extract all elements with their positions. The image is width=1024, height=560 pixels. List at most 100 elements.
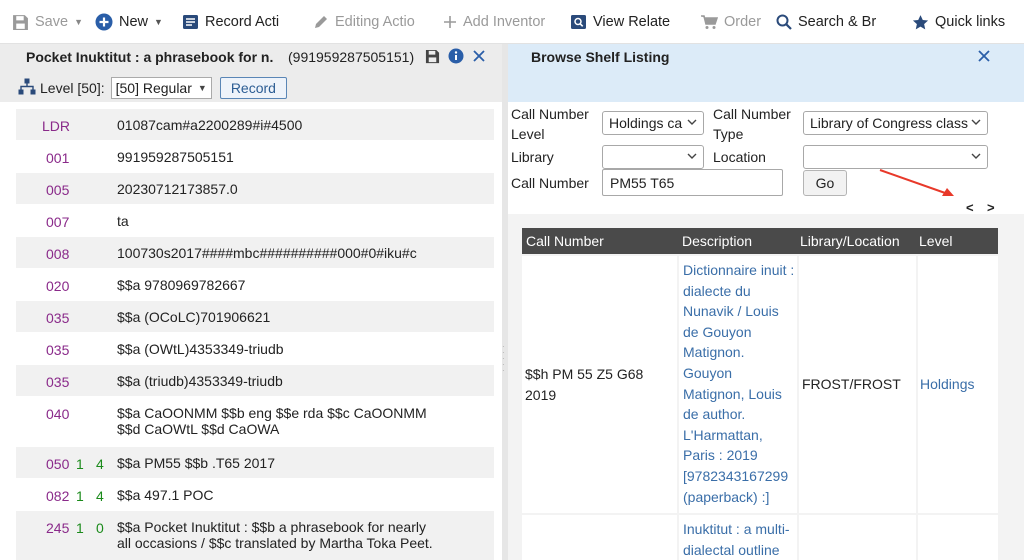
marc-field-value[interactable]: $$a (OWtL)4353349-triudb xyxy=(117,341,284,357)
marc-field-row[interactable]: 035 $$a (OCoLC)701906621 xyxy=(16,301,494,332)
plus-icon xyxy=(443,15,457,29)
marc-field-value[interactable]: $$a PM55 $$b .T65 2017 xyxy=(117,455,275,471)
marc-field-row[interactable]: 007 ta xyxy=(16,205,494,236)
marc-field-value[interactable]: $$a Pocket Inuktitut : $$b a phrasebook … xyxy=(117,519,433,551)
shelf-listing-title: Browse Shelf Listing xyxy=(531,49,670,65)
record-actions-button[interactable]: Record Acti xyxy=(182,0,300,44)
marc-field-value[interactable]: 01087cam#a2200289#i#4500 xyxy=(117,117,302,133)
save-record-icon[interactable] xyxy=(425,49,440,67)
marc-field-row[interactable]: 040 $$a CaOONMM $$b eng $$e rda $$c CaOON… xyxy=(16,397,494,446)
record-actions-icon xyxy=(182,14,199,30)
table-cell-bg xyxy=(918,515,998,560)
description-link[interactable]: Inuktitut : a multi-dialectal outlinedic… xyxy=(683,519,804,560)
marc-indicator-2[interactable]: 4 xyxy=(96,456,104,472)
table-cell-bg xyxy=(522,515,677,560)
chevron-down-icon: ▼ xyxy=(154,17,163,27)
library-select[interactable] xyxy=(602,145,704,169)
col-library-location: Library/Location xyxy=(800,233,900,249)
marc-field-row[interactable]: 082 1 4 $$a 497.1 POC xyxy=(16,479,494,510)
save-button[interactable]: Save ▼ xyxy=(12,0,88,44)
marc-tag[interactable]: 007 xyxy=(46,214,69,230)
call-number-type-select[interactable]: Library of Congress class xyxy=(803,111,988,135)
record-button[interactable]: Record xyxy=(219,77,287,99)
marc-field-value[interactable]: 100730s2017####mbc##########000#0#iku#c xyxy=(117,245,417,261)
marc-field-row[interactable]: 005 20230712173857.0 xyxy=(16,173,494,204)
marc-tag[interactable]: 005 xyxy=(46,182,69,198)
marc-field-row[interactable]: 050 1 4 $$a PM55 $$b .T65 2017 xyxy=(16,447,494,478)
marc-tag[interactable]: 020 xyxy=(46,278,69,294)
main-toolbar: Save ▼ New ▼ Record Acti Editing Actio A… xyxy=(0,0,1024,44)
marc-field-row[interactable]: 245 1 0 $$a Pocket Inuktitut : $$b a phrase… xyxy=(16,511,494,560)
marc-indicator-1[interactable]: 1 xyxy=(76,488,84,504)
new-button[interactable]: New ▼ xyxy=(95,0,167,44)
info-icon[interactable] xyxy=(448,48,464,67)
marc-field-row[interactable]: 001 991959287505151 xyxy=(16,141,494,172)
col-call-number: Call Number xyxy=(526,233,604,249)
marc-tag[interactable]: LDR xyxy=(42,118,70,134)
marc-indicator-1[interactable]: 1 xyxy=(76,520,84,536)
marc-field-row[interactable]: 020 $$a 9780969782667 xyxy=(16,269,494,300)
level-selector: Level [50]: [50] Regular ▼ Record xyxy=(18,77,287,99)
marc-tag[interactable]: 040 xyxy=(46,406,69,422)
marc-field-value[interactable]: $$a CaOONMM $$b eng $$e rda $$c CaOONMM $… xyxy=(117,405,427,437)
marc-tag[interactable]: 082 xyxy=(46,488,69,504)
close-icon[interactable] xyxy=(977,49,991,66)
record-title: Pocket Inuktitut : a phrasebook for n... xyxy=(26,49,274,65)
quick-links-button[interactable]: Quick links xyxy=(912,0,1020,44)
marc-tag[interactable]: 035 xyxy=(46,310,69,326)
marc-tag[interactable]: 050 xyxy=(46,456,69,472)
go-button[interactable]: Go xyxy=(803,170,847,196)
marc-field-value[interactable]: ta xyxy=(117,213,129,229)
plus-circle-icon xyxy=(95,13,113,31)
drag-handle-icon[interactable]: · · · · · xyxy=(502,343,506,378)
table-row[interactable]: Inuktitut : a multi-dialectal outlinedic… xyxy=(522,515,998,560)
marc-tag[interactable]: 035 xyxy=(46,342,69,358)
close-icon[interactable] xyxy=(472,49,486,66)
marc-field-row[interactable]: 008 100730s2017####mbc##########000#0#iku… xyxy=(16,237,494,268)
marc-field-row[interactable]: 035 $$a (triudb)4353349-triudb xyxy=(16,365,494,396)
view-related-button[interactable]: View Relate xyxy=(570,0,686,44)
marc-indicator-2[interactable]: 0 xyxy=(96,520,104,536)
description-link[interactable]: Dictionnaire inuit : dialecte du Nunavik /… xyxy=(683,260,794,507)
chevron-down-icon: ▼ xyxy=(74,17,83,27)
table-row[interactable]: $$h PM 55 Z5 G68 2019 Dictionnaire inuit :… xyxy=(522,256,998,513)
col-level: Level xyxy=(919,233,953,249)
marc-editor: LDR 01087cam#a2200289#i#4500 001 9919592875… xyxy=(0,102,508,560)
view-related-icon xyxy=(570,14,587,30)
table-cell-bg xyxy=(799,515,916,560)
marc-tag[interactable]: 035 xyxy=(46,374,69,390)
holdings-link[interactable]: Holdings xyxy=(920,376,974,392)
next-page-button[interactable]: > xyxy=(987,200,995,215)
call-number-level-select[interactable]: Holdings ca xyxy=(602,111,704,135)
chevron-down-icon: ▼ xyxy=(197,83,207,93)
order-button[interactable]: Order xyxy=(700,0,764,44)
search-browse-button[interactable]: Search & Br xyxy=(776,0,890,44)
library-location-cell: FROST/FROST xyxy=(802,375,901,392)
marc-tag[interactable]: 008 xyxy=(46,246,69,262)
shelf-listing-header: Browse Shelf Listing xyxy=(508,44,1024,102)
call-number-label: Call Number xyxy=(511,175,589,191)
call-number-input[interactable]: PM55 T65 xyxy=(602,169,783,196)
marc-indicator-2[interactable]: 4 xyxy=(96,488,104,504)
marc-field-value[interactable]: 20230712173857.0 xyxy=(117,181,238,197)
library-label: Library xyxy=(511,149,554,165)
chevron-down-icon xyxy=(969,149,983,166)
previous-page-button[interactable]: < xyxy=(966,200,974,215)
level-select[interactable]: [50] Regular ▼ xyxy=(110,77,212,99)
results-table-header: Call Number Description Library/Location… xyxy=(522,228,998,254)
marc-field-value[interactable]: 991959287505151 xyxy=(117,149,234,165)
marc-field-value[interactable]: $$a (OCoLC)701906621 xyxy=(117,309,270,325)
marc-field-row[interactable]: LDR 01087cam#a2200289#i#4500 xyxy=(16,109,494,140)
record-header: Pocket Inuktitut : a phrasebook for n...… xyxy=(0,44,502,102)
add-inventory-button[interactable]: Add Inventor xyxy=(443,0,557,44)
col-description: Description xyxy=(682,233,753,249)
marc-tag[interactable]: 245 xyxy=(46,520,69,536)
marc-field-value[interactable]: $$a 497.1 POC xyxy=(117,487,214,503)
marc-tag[interactable]: 001 xyxy=(46,150,69,166)
star-icon xyxy=(912,14,929,31)
marc-indicator-1[interactable]: 1 xyxy=(76,456,84,472)
marc-field-value[interactable]: $$a (triudb)4353349-triudb xyxy=(117,373,283,389)
marc-field-row[interactable]: 035 $$a (OWtL)4353349-triudb xyxy=(16,333,494,364)
editing-actions-button[interactable]: Editing Actio xyxy=(313,0,431,44)
marc-field-value[interactable]: $$a 9780969782667 xyxy=(117,277,245,293)
